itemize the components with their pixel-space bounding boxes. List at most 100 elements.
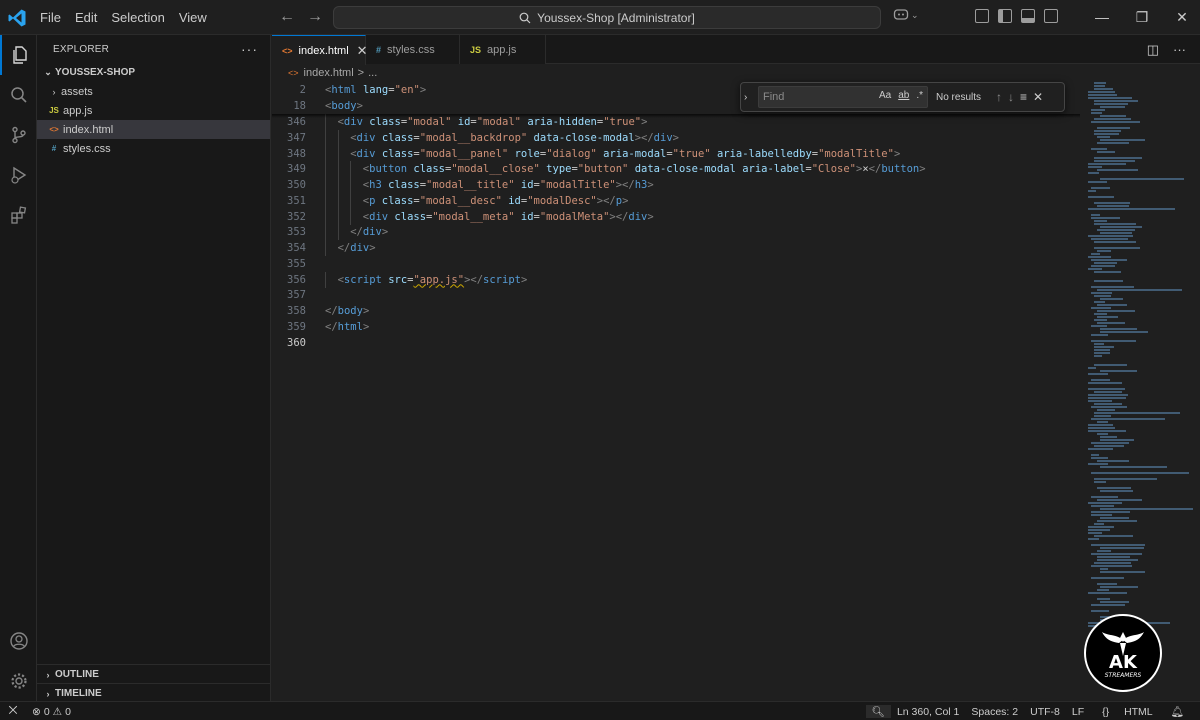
tab-index-html[interactable]: <> index.html ✕ xyxy=(272,35,368,65)
menu-item-selection[interactable]: Selection xyxy=(104,10,171,25)
previous-match-icon[interactable]: ↑ xyxy=(996,90,1002,104)
tab-styles-css[interactable]: # styles.css xyxy=(366,35,460,64)
code-token: ></ xyxy=(634,131,654,144)
code-line[interactable]: 350 <h3 class="modal__title" id="modalTit… xyxy=(272,177,1080,193)
menu-item-file[interactable]: File xyxy=(33,10,68,25)
restore-icon[interactable]: ❐ xyxy=(1122,0,1162,35)
minimap-line xyxy=(1100,586,1139,588)
minimap-line xyxy=(1100,298,1123,300)
search-activity[interactable] xyxy=(0,75,37,115)
minimap-line xyxy=(1097,136,1110,138)
command-center-search[interactable]: Youssex-Shop [Administrator] xyxy=(333,6,881,29)
code-line[interactable]: 354 </div> xyxy=(272,240,1080,256)
minimap-line xyxy=(1097,316,1118,318)
minimap-line xyxy=(1094,223,1137,225)
toggle-primary-sidebar-icon[interactable] xyxy=(998,9,1012,23)
code-line[interactable]: 356 <script src="app.js"></script> xyxy=(272,271,1080,288)
back-arrow-icon[interactable]: ← xyxy=(278,8,296,26)
explorer-activity[interactable] xyxy=(0,35,37,75)
code-token: "button" xyxy=(577,163,629,176)
code-editor[interactable]: 346 <div class="modal" id="modal" aria-hi… xyxy=(272,82,1080,701)
minimap-line xyxy=(1088,91,1115,93)
close-window-icon[interactable]: ✕ xyxy=(1162,0,1200,35)
split-editor-icon[interactable]: ◫ xyxy=(1147,42,1159,58)
minimap-line xyxy=(1091,259,1128,261)
code-line[interactable]: 357 xyxy=(272,287,1080,303)
minimap-line xyxy=(1091,187,1111,189)
timeline-section[interactable]: › TIMELINE xyxy=(37,683,271,703)
tree-item-label: app.js xyxy=(63,104,93,117)
zoom-icon[interactable]: 🔍︎ xyxy=(865,705,891,718)
code-token: "modalTitle" xyxy=(818,147,894,160)
problems-indicator[interactable]: ⊗ 0 ⚠ 0 xyxy=(32,702,71,720)
indent-guide xyxy=(325,129,326,146)
customize-layout-icon[interactable] xyxy=(975,9,989,23)
close-icon[interactable]: ✕ xyxy=(1033,90,1043,104)
breadcrumb-rest[interactable]: ... xyxy=(368,67,377,79)
tree-item-app-js[interactable]: JS app.js xyxy=(37,101,270,120)
toggle-secondary-sidebar-icon[interactable] xyxy=(1044,9,1058,23)
notifications-icon[interactable]: 🔔︎ xyxy=(1165,705,1190,718)
more-actions-icon[interactable]: ··· xyxy=(241,41,258,57)
tab-app-js[interactable]: JS app.js xyxy=(460,35,546,64)
breadcrumb-file[interactable]: index.html xyxy=(304,67,354,79)
use-regex-icon[interactable]: .* xyxy=(916,90,923,101)
remote-indicator[interactable]: ⨉ xyxy=(0,702,26,720)
minimap-line xyxy=(1097,583,1118,585)
find-input[interactable]: Find Aa ab .* xyxy=(758,86,928,108)
cursor-position[interactable]: Ln 360, Col 1 xyxy=(891,706,965,718)
tree-item-index-html[interactable]: <> index.html xyxy=(37,120,270,139)
language-mode[interactable]: {} HTML xyxy=(1090,706,1165,718)
manage-activity[interactable] xyxy=(0,661,37,701)
sticky-scroll-shadow xyxy=(272,114,1080,118)
encoding[interactable]: UTF-8 xyxy=(1024,706,1066,718)
code-line[interactable]: 351 <p class="modal__desc" id="modalDesc"… xyxy=(272,192,1080,209)
code-line[interactable]: 353 </div> xyxy=(272,224,1080,241)
root-folder[interactable]: ⌄ YOUSSEX-SHOP xyxy=(37,63,270,82)
extensions-activity[interactable] xyxy=(0,195,37,235)
line-number: 353 xyxy=(287,226,306,239)
more-actions-icon[interactable]: ··· xyxy=(1173,42,1186,58)
copilot-menu[interactable]: ⌄ xyxy=(893,8,919,22)
end-of-line[interactable]: LF xyxy=(1066,706,1090,718)
forward-arrow-icon[interactable]: → xyxy=(306,8,324,26)
code-line[interactable]: 349 <button class="modal__close" type="bu… xyxy=(272,161,1080,178)
minimap-line xyxy=(1097,598,1110,600)
code-line[interactable]: 348 <div class="modal__panel" role="dialo… xyxy=(272,145,1080,162)
find-in-selection-icon[interactable]: ≡ xyxy=(1020,90,1027,104)
code-line[interactable]: 355 xyxy=(272,256,1080,272)
indentation[interactable]: Spaces: 2 xyxy=(965,706,1024,718)
gear-icon xyxy=(10,673,27,689)
line-number: 350 xyxy=(287,179,306,191)
tree-item-assets[interactable]: › assets xyxy=(37,82,270,101)
code-line[interactable]: 360 xyxy=(272,335,1080,351)
tree-item-styles-css[interactable]: # styles.css xyxy=(37,139,270,158)
minimap-line xyxy=(1091,511,1131,513)
code-token: class xyxy=(381,131,414,144)
code-line[interactable]: 359 </html> xyxy=(272,319,1080,335)
toggle-replace-icon[interactable]: › xyxy=(744,92,756,103)
menu-item-edit[interactable]: Edit xyxy=(68,10,104,25)
outline-section[interactable]: › OUTLINE xyxy=(37,664,271,684)
run-debug-activity[interactable] xyxy=(0,155,37,195)
minimap-line xyxy=(1100,370,1137,372)
code-line[interactable]: 358 </body> xyxy=(272,303,1080,319)
code-line[interactable]: 352 <div class="modal__meta" id="modalMet… xyxy=(272,208,1080,225)
code-token: ></ xyxy=(596,194,616,207)
match-case-icon[interactable]: Aa xyxy=(879,90,891,101)
minimize-icon[interactable]: — xyxy=(1082,0,1122,35)
next-match-icon[interactable]: ↓ xyxy=(1008,90,1014,104)
toggle-panel-icon[interactable] xyxy=(1021,9,1035,23)
source-control-activity[interactable] xyxy=(0,115,37,155)
minimap-line xyxy=(1097,142,1130,144)
match-whole-word-icon[interactable]: ab xyxy=(898,90,909,101)
menu-item-view[interactable]: View xyxy=(172,10,214,25)
minimap-line xyxy=(1100,490,1134,492)
code-line[interactable]: 347 <div class="modal__backdrop" data-clo… xyxy=(272,129,1080,146)
accounts-activity[interactable] xyxy=(0,621,37,661)
minimap-line xyxy=(1091,112,1103,114)
minimap[interactable] xyxy=(1080,82,1194,701)
code-token: aria-modal xyxy=(603,147,667,160)
indent-guide xyxy=(325,177,326,193)
minimap-line xyxy=(1097,487,1132,489)
